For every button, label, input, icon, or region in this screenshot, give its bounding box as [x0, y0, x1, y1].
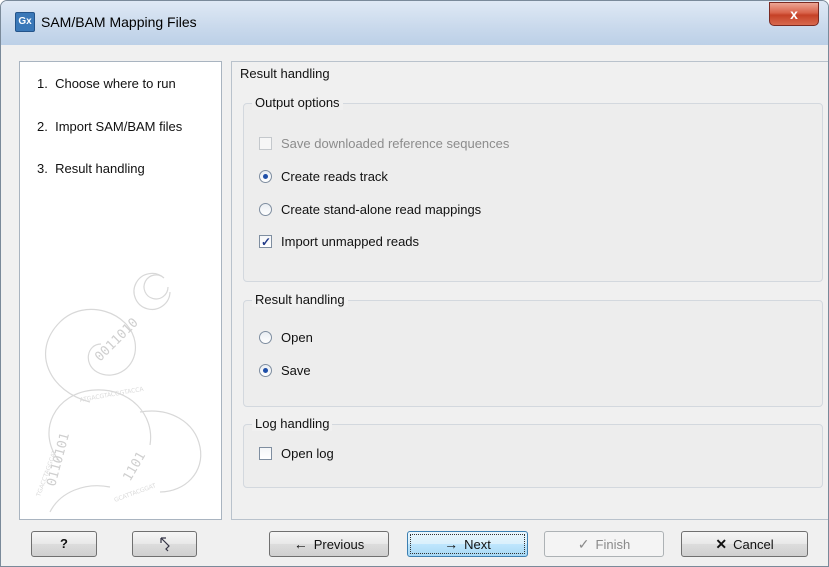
step-label: Import SAM/BAM files: [55, 119, 183, 134]
reset-button[interactable]: [132, 531, 197, 557]
result-save-label: Save: [281, 363, 311, 378]
svg-text:1101: 1101: [120, 449, 149, 484]
steps-panel: 1. Choose where to run 2. Import SAM/BAM…: [19, 61, 222, 520]
open-log-label: Open log: [281, 446, 334, 461]
radio-selected-dot: [263, 174, 268, 179]
log-handling-title: Log handling: [252, 416, 333, 431]
output-options-title: Output options: [252, 95, 343, 110]
svg-text:GCATTACGGAT: GCATTACGGAT: [113, 482, 157, 504]
create-standalone-radio[interactable]: [259, 203, 272, 216]
log-handling-group: Log handling Open log: [243, 416, 823, 488]
close-button[interactable]: x: [769, 2, 819, 26]
question-icon: ?: [60, 536, 68, 551]
step-number: 1.: [37, 76, 48, 91]
result-handling-title: Result handling: [252, 292, 348, 307]
finish-button[interactable]: ✓ Finish: [544, 531, 664, 557]
save-downloaded-references-checkbox[interactable]: [259, 137, 272, 150]
step-choose-where-to-run[interactable]: 1. Choose where to run: [37, 76, 176, 91]
result-handling-group: Result handling Open Save: [243, 292, 823, 407]
result-handling-panel: Result handling Output options Save down…: [231, 61, 828, 520]
create-standalone-label: Create stand-alone read mappings: [281, 202, 482, 217]
output-options-group: Output options Save downloaded reference…: [243, 95, 823, 282]
step-label: Result handling: [55, 161, 145, 176]
svg-text:ATGACGTACGGTACCA: ATGACGTACGGTACCA: [79, 386, 145, 404]
reset-arrow-icon: [160, 537, 170, 552]
import-unmapped-checkbox[interactable]: ✓: [259, 235, 272, 249]
finish-label: Finish: [595, 537, 631, 552]
result-open-label: Open: [281, 330, 313, 345]
dialog-content: 1. Choose where to run 2. Import SAM/BAM…: [9, 45, 828, 520]
checkmark-icon: ✓: [261, 235, 272, 249]
focus-ring: [410, 534, 525, 554]
panel-title: Result handling: [240, 66, 330, 81]
cancel-label: Cancel: [733, 537, 774, 552]
window-title: SAM/BAM Mapping Files: [41, 14, 197, 30]
checkmark-icon: ✓: [577, 536, 590, 552]
next-button[interactable]: → Next: [407, 531, 528, 557]
radio-selected-dot: [263, 368, 268, 373]
create-reads-track-label: Create reads track: [281, 169, 388, 184]
result-open-radio[interactable]: [259, 331, 272, 344]
cancel-button[interactable]: ✕ Cancel: [681, 531, 808, 557]
title-bar: Gx SAM/BAM Mapping Files x: [1, 1, 828, 45]
step-label: Choose where to run: [55, 76, 176, 91]
dialog-window: Gx SAM/BAM Mapping Files x 1. Choose whe…: [0, 0, 829, 567]
button-bar: ? ← Previous → Next ✓ Finish ✕ Cancel: [1, 520, 828, 566]
app-icon: Gx: [15, 12, 35, 32]
step-import-files[interactable]: 2. Import SAM/BAM files: [37, 119, 182, 134]
step-result-handling[interactable]: 3. Result handling: [37, 161, 145, 176]
previous-button[interactable]: ← Previous: [269, 531, 389, 557]
create-reads-track-radio[interactable]: [259, 170, 272, 183]
step-number: 3.: [37, 161, 48, 176]
previous-label: Previous: [313, 537, 365, 552]
open-log-checkbox[interactable]: [259, 447, 272, 460]
step-number: 2.: [37, 119, 48, 134]
import-unmapped-label: Import unmapped reads: [281, 234, 420, 249]
save-downloaded-references-label: Save downloaded reference sequences: [281, 136, 510, 151]
help-button[interactable]: ?: [31, 531, 97, 557]
decorative-spiral-art: 0011010 0110101 1101 ATGACGTACGGTACCA TG…: [35, 272, 202, 513]
result-save-radio[interactable]: [259, 364, 272, 377]
x-icon: ✕: [715, 536, 728, 552]
arrow-left-icon: ←: [293, 536, 308, 552]
